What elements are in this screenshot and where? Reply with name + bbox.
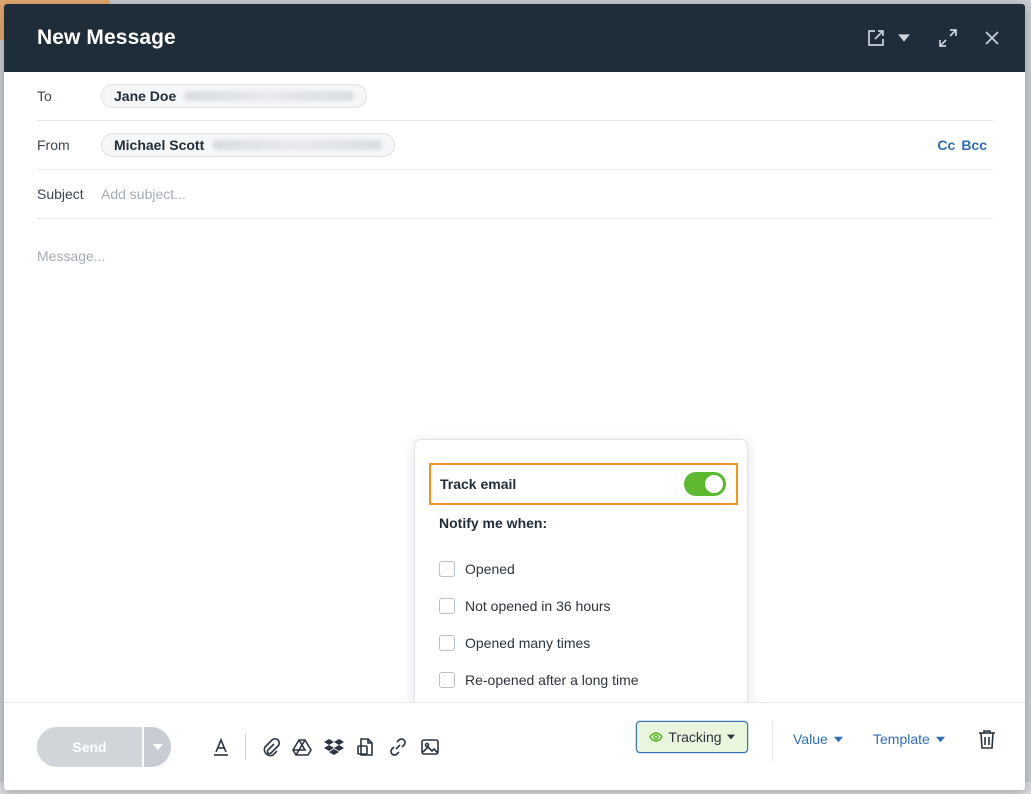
notify-options: Opened Not opened in 36 hours Opened man… [439,550,639,698]
to-recipient-chip[interactable]: Jane Doe [101,84,368,108]
popout-icon[interactable] [865,27,887,49]
toggle-knob [705,475,723,493]
text-format-icon[interactable] [211,736,231,758]
chevron-down-icon [152,743,163,750]
from-sender-email-blurred [212,140,383,150]
checkbox[interactable] [439,671,455,688]
google-drive-icon[interactable] [292,736,312,758]
notify-option-label: Re-opened after a long time [465,671,639,688]
notify-option-label: Opened many times [465,634,591,651]
document-icon[interactable] [356,736,376,758]
link-icon[interactable] [388,736,408,758]
chevron-down-icon[interactable] [893,27,915,49]
notify-heading: Notify me when: [439,515,548,531]
from-sender-name: Michael Scott [114,137,205,153]
tracking-button[interactable]: Tracking [636,721,748,753]
chevron-down-icon [726,734,735,740]
to-row: To Jane Doe [37,72,993,121]
checkbox[interactable] [439,634,455,651]
notify-option-not-opened[interactable]: Not opened in 36 hours [439,587,639,624]
track-email-toggle[interactable] [684,472,726,496]
compose-modal: New Message To Jane Doe From Michael Sco… [4,4,1025,790]
cc-link[interactable]: Cc [937,137,955,153]
to-label: To [37,88,52,104]
template-dropdown-label: Template [873,731,930,747]
template-dropdown[interactable]: Template [873,731,945,747]
send-group: Send [37,726,171,767]
subject-row: Subject [37,170,993,219]
toolbar-divider [245,733,246,760]
track-email-label: Track email [440,476,517,492]
to-recipient-email-blurred [184,91,355,101]
compose-footer: Send Tracking Value Template [4,702,1025,790]
from-row: From Michael Scott Cc Bcc [37,121,993,170]
attachment-icon[interactable] [260,736,280,758]
dropbox-icon[interactable] [324,736,344,758]
chevron-down-icon [935,736,945,742]
checkbox[interactable] [439,597,455,614]
expand-icon[interactable] [937,27,959,49]
value-dropdown-label: Value [793,731,828,747]
send-button[interactable]: Send [37,726,142,767]
tracking-popover: Track email Notify me when: Opened Not o… [414,439,748,714]
close-icon[interactable] [981,27,1003,49]
format-toolbar [211,733,440,760]
modal-title: New Message [37,26,176,49]
header-actions [865,27,1003,49]
eye-icon [649,732,664,742]
modal-header: New Message [4,4,1025,72]
notify-option-reopened[interactable]: Re-opened after a long time [439,661,639,698]
trash-icon[interactable] [978,729,996,749]
image-icon[interactable] [420,736,440,758]
cc-bcc-links: Cc Bcc [937,137,987,153]
subject-label: Subject [37,186,84,202]
notify-option-label: Opened [465,560,515,577]
track-email-row: Track email [429,463,738,505]
from-label: From [37,137,70,153]
to-recipient-name: Jane Doe [114,88,177,104]
subject-input[interactable] [101,186,701,202]
tracking-button-label: Tracking [668,729,722,745]
notify-option-opened[interactable]: Opened [439,550,639,587]
send-options-button[interactable] [142,726,171,767]
from-sender-chip[interactable]: Michael Scott [101,133,396,157]
popout-group [865,27,915,49]
footer-divider [772,721,773,761]
bcc-link[interactable]: Bcc [961,137,987,153]
recipient-fields: To Jane Doe From Michael Scott Cc Bcc Su… [4,72,1025,219]
notify-option-label: Not opened in 36 hours [465,597,611,614]
notify-option-opened-many[interactable]: Opened many times [439,624,639,661]
value-dropdown[interactable]: Value [793,731,843,747]
checkbox[interactable] [439,560,455,577]
chevron-down-icon [833,736,843,742]
